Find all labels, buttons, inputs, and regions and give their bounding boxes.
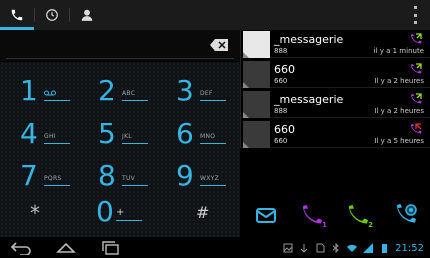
key-digit: 2 xyxy=(98,74,116,107)
call-sim-2-icon xyxy=(349,205,368,224)
key-letters: DEF xyxy=(200,90,213,97)
status-area[interactable]: 21:52 xyxy=(283,241,424,255)
dialpad-key-6[interactable]: 6 MNO xyxy=(164,113,226,153)
outgoing-call-icon xyxy=(411,33,422,44)
call-sim-1-button[interactable]: 1 xyxy=(300,203,327,229)
key-digit: 1 xyxy=(20,74,38,107)
clock-icon xyxy=(46,9,58,21)
video-call-icon[interactable] xyxy=(394,203,418,227)
dialpad-key-7[interactable]: 7 PQRS xyxy=(8,155,70,195)
bluetooth-icon xyxy=(332,243,339,253)
key-digit: 6 xyxy=(176,117,194,150)
call-log-name: 660 xyxy=(274,63,295,76)
sim-badge: 1 xyxy=(322,221,327,229)
key-underline xyxy=(44,185,70,186)
envelope-icon[interactable] xyxy=(254,203,278,227)
key-underline xyxy=(122,100,148,101)
overflow-menu-icon[interactable] xyxy=(410,6,420,24)
call-log-time: Il y a 5 heures xyxy=(374,137,424,145)
call-log-number: 888 xyxy=(274,107,288,115)
digits-underline xyxy=(6,58,234,59)
sd-card-icon xyxy=(316,243,325,253)
dialpad-key-hash[interactable]: # xyxy=(196,203,209,222)
key-letters: + xyxy=(116,207,125,218)
key-digit: 0 xyxy=(96,195,114,228)
tab-contacts[interactable] xyxy=(70,0,104,30)
key-underline xyxy=(44,100,70,101)
sim-badge: 2 xyxy=(368,221,373,229)
key-digit: 5 xyxy=(98,117,116,150)
key-underline xyxy=(122,185,148,186)
key-underline xyxy=(200,143,226,144)
key-digit: 4 xyxy=(20,117,38,150)
call-log-item[interactable]: _messagerie 888 il y a 1 minute xyxy=(241,30,430,58)
key-letters: WXYZ xyxy=(200,175,220,182)
key-letters: ABC xyxy=(122,90,136,97)
dialpad-key-9[interactable]: 9 WXYZ xyxy=(164,155,226,195)
system-navigation-bar: 21:52 xyxy=(0,237,430,258)
status-clock: 21:52 xyxy=(395,242,424,254)
call-log-number: 660 xyxy=(274,137,288,145)
key-letters: GHI xyxy=(44,133,56,140)
dialpad-key-2[interactable]: 2 ABC xyxy=(86,70,148,110)
dialer-actions: 1 2 xyxy=(240,195,430,237)
backspace-icon[interactable] xyxy=(210,39,228,51)
dialpad-key-1[interactable]: 1 xyxy=(8,70,70,110)
outgoing-call-icon xyxy=(411,63,422,74)
call-log-item[interactable]: 660 660 Il y a 2 heures xyxy=(241,60,430,88)
call-log-name: _messagerie xyxy=(274,93,344,106)
dialpad-key-star[interactable]: * xyxy=(30,201,40,225)
key-digit: 3 xyxy=(176,74,194,107)
tab-recent[interactable] xyxy=(35,0,69,30)
recent-apps-icon[interactable] xyxy=(100,240,122,255)
call-log-time: Il y a 2 heures xyxy=(374,77,424,85)
avatar[interactable] xyxy=(243,121,270,148)
action-bar xyxy=(0,0,430,30)
key-underline xyxy=(200,100,226,101)
dialpad-key-5[interactable]: 5 JKL xyxy=(86,113,148,153)
call-sim-2-button[interactable]: 2 xyxy=(346,203,373,229)
call-log-item[interactable]: 660 660 Il y a 5 heures xyxy=(241,120,430,148)
key-underline xyxy=(200,185,226,186)
dialpad-key-8[interactable]: 8 TUV xyxy=(86,155,148,195)
avatar[interactable] xyxy=(243,61,270,88)
call-sim-1-icon xyxy=(303,205,322,224)
call-log-number: 888 xyxy=(274,47,288,55)
avatar[interactable] xyxy=(243,91,270,118)
key-letters: JKL xyxy=(122,133,132,140)
call-log-list: _messagerie 888 il y a 1 minute 660 660 … xyxy=(241,30,430,148)
key-letters: PQRS xyxy=(44,175,62,182)
key-digit: 9 xyxy=(176,159,194,192)
tab-phone[interactable] xyxy=(0,0,34,30)
key-letters: MNO xyxy=(200,133,216,140)
call-log-time: Il y a 2 heures xyxy=(374,107,424,115)
gallery-icon xyxy=(283,243,293,253)
call-log-number: 660 xyxy=(274,77,288,85)
key-underline xyxy=(122,143,148,144)
home-icon[interactable] xyxy=(55,240,77,255)
back-icon[interactable] xyxy=(10,240,32,255)
digits-field[interactable] xyxy=(0,30,240,61)
key-digit: 8 xyxy=(98,159,116,192)
signal-icon xyxy=(363,243,374,253)
avatar[interactable] xyxy=(243,31,270,58)
missed-call-icon xyxy=(411,123,422,134)
call-log-name: 660 xyxy=(274,123,295,136)
key-underline xyxy=(116,220,142,221)
key-digit: 7 xyxy=(20,159,38,192)
dialpad-key-4[interactable]: 4 GHI xyxy=(8,113,70,153)
key-letters: TUV xyxy=(122,175,136,182)
dialpad-key-3[interactable]: 3 DEF xyxy=(164,70,226,110)
call-log-item[interactable]: _messagerie 888 Il y a 2 heures xyxy=(241,90,430,118)
call-log-time: il y a 1 minute xyxy=(373,47,424,55)
wifi-icon xyxy=(347,244,358,252)
phone-icon xyxy=(11,9,23,21)
voicemail-icon xyxy=(44,90,56,96)
outgoing-call-icon xyxy=(411,93,422,104)
usb-icon xyxy=(300,244,308,253)
battery-icon xyxy=(382,244,388,253)
key-underline xyxy=(44,143,70,144)
person-icon xyxy=(81,9,93,21)
call-log-name: _messagerie xyxy=(274,33,344,46)
